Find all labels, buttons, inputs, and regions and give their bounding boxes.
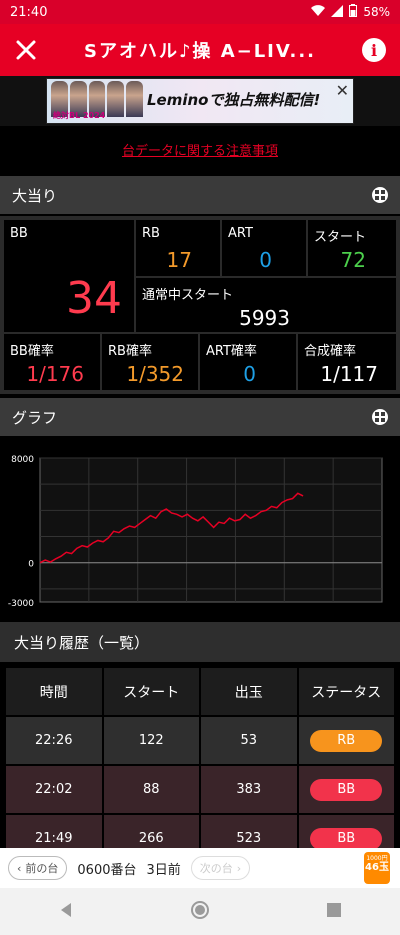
art-cell: ART 0 bbox=[222, 220, 306, 276]
art-value: 0 bbox=[259, 248, 272, 272]
row-status: BB bbox=[298, 766, 394, 813]
wifi-icon bbox=[311, 4, 326, 20]
battery-icon bbox=[349, 4, 358, 20]
prev-machine-label: 前の台 bbox=[25, 862, 59, 875]
row-status: RB bbox=[298, 717, 394, 764]
next-machine-button[interactable]: 次の台 › bbox=[190, 856, 251, 880]
y-tick-label: 0 bbox=[28, 560, 34, 570]
coin-rate-top: 1000円 bbox=[366, 855, 388, 862]
start-cell: スタート 72 bbox=[308, 220, 396, 276]
app-bar: Sアオハル♪操 A−LIV... i bbox=[0, 24, 400, 76]
art-rate-value: 0 bbox=[243, 362, 256, 386]
rb-value: 17 bbox=[166, 248, 192, 272]
graph-title: グラフ bbox=[12, 408, 58, 427]
data-notice-link[interactable]: 台データに関する注意事項 bbox=[122, 140, 278, 159]
row-time: 22:26 bbox=[6, 717, 102, 764]
row-time: 22:02 bbox=[6, 766, 102, 813]
bb-rate-label: BB確率 bbox=[10, 344, 54, 359]
coin-rate-value: 46玉 bbox=[365, 862, 389, 873]
clock: 21:40 bbox=[10, 4, 48, 20]
rb-rate-cell: RB確率 1/352 bbox=[102, 334, 198, 390]
status-badge: RB bbox=[310, 729, 383, 752]
history-header: 大当り履歴（一覧） bbox=[0, 622, 400, 662]
header-time: 時間 bbox=[6, 668, 102, 715]
close-button[interactable] bbox=[0, 24, 52, 76]
status-bar: 21:40 58% bbox=[0, 0, 400, 24]
jackpot-header: 大当り bbox=[0, 176, 400, 214]
ad-close-icon[interactable]: ✕ bbox=[336, 81, 349, 100]
coin-rate-badge[interactable]: 1000円 46玉 bbox=[364, 852, 390, 884]
page-title: Sアオハル♪操 A−LIV... bbox=[83, 41, 317, 62]
row-payout: 53 bbox=[201, 717, 297, 764]
total-rate-cell: 合成確率 1/117 bbox=[298, 334, 396, 390]
grid-icon[interactable] bbox=[372, 409, 388, 425]
table-header-row: 時間 スタート 出玉 ステータス bbox=[6, 668, 394, 715]
header-start: スタート bbox=[103, 668, 199, 715]
system-nav-bar bbox=[0, 888, 400, 935]
bb-rate-cell: BB確率 1/176 bbox=[4, 334, 100, 390]
ad-banner[interactable]: 絶対BL 2024 Leminoで独占無料配信! ✕ bbox=[0, 76, 400, 126]
machine-number: 0600番台 bbox=[77, 862, 137, 878]
ad-tag: 絶対BL 2024 bbox=[53, 111, 106, 120]
signal-icon bbox=[331, 4, 344, 20]
chevron-left-icon: ‹ bbox=[17, 861, 22, 875]
next-machine-label: 次の台 bbox=[199, 862, 233, 875]
normal-start-value: 5993 bbox=[239, 306, 290, 330]
bb-cell: BB 34 bbox=[4, 220, 134, 332]
art-rate-label: ART確率 bbox=[206, 344, 257, 359]
start-value: 72 bbox=[340, 248, 366, 272]
start-label: スタート bbox=[314, 230, 367, 245]
machine-nav-bar: ‹ 前の台 0600番台 3日前 次の台 › 1000円 46玉 bbox=[0, 848, 400, 888]
status-badge: BB bbox=[310, 778, 383, 801]
info-icon: i bbox=[362, 38, 386, 62]
y-tick-label: 8000 bbox=[11, 455, 34, 465]
close-icon bbox=[16, 40, 36, 60]
history-title: 大当り履歴（一覧） bbox=[14, 633, 150, 652]
jackpot-stats: BB 34 RB 17 ART 0 スタート 72 通常中スタート 5993 B… bbox=[0, 216, 400, 394]
back-icon[interactable] bbox=[58, 902, 74, 922]
total-rate-label: 合成確率 bbox=[304, 344, 357, 359]
slump-graph-svg: 8000 0 -3000 bbox=[8, 455, 383, 609]
info-button[interactable]: i bbox=[348, 24, 400, 76]
total-rate-value: 1/117 bbox=[320, 362, 378, 386]
history-table: 時間 スタート 出玉 ステータス 22:26 122 53 RB 22:02 8… bbox=[6, 668, 394, 864]
rb-label: RB bbox=[142, 226, 160, 241]
rb-cell: RB 17 bbox=[136, 220, 220, 276]
rb-rate-value: 1/352 bbox=[126, 362, 184, 386]
row-payout: 383 bbox=[201, 766, 297, 813]
prev-machine-button[interactable]: ‹ 前の台 bbox=[8, 856, 68, 880]
art-rate-cell: ART確率 0 bbox=[200, 334, 296, 390]
ad-image[interactable]: 絶対BL 2024 Leminoで独占無料配信! ✕ bbox=[46, 78, 354, 124]
slump-graph: 8000 0 -3000 bbox=[0, 436, 400, 618]
plot-area bbox=[39, 457, 383, 603]
status-badge: BB bbox=[310, 827, 383, 850]
table-row: 22:26 122 53 RB bbox=[6, 717, 394, 764]
normal-start-label: 通常中スタート bbox=[142, 288, 234, 303]
chevron-right-icon: › bbox=[236, 861, 242, 875]
ad-text: Leminoで独占無料配信! bbox=[147, 91, 321, 109]
row-start: 122 bbox=[103, 717, 199, 764]
normal-start-cell: 通常中スタート 5993 bbox=[136, 278, 396, 332]
notice-row: 台データに関する注意事項 bbox=[0, 126, 400, 172]
graph-header: グラフ bbox=[0, 398, 400, 436]
battery-percent: 58% bbox=[363, 5, 390, 19]
row-start: 88 bbox=[103, 766, 199, 813]
header-payout: 出玉 bbox=[201, 668, 297, 715]
grid-icon[interactable] bbox=[372, 187, 388, 203]
bb-label: BB bbox=[10, 226, 28, 241]
days-ago: 3日前 bbox=[146, 862, 181, 878]
y-tick-label: -3000 bbox=[8, 599, 34, 609]
jackpot-title: 大当り bbox=[12, 186, 58, 205]
bb-value: 34 bbox=[66, 273, 122, 324]
home-icon[interactable] bbox=[190, 900, 210, 924]
bb-rate-value: 1/176 bbox=[26, 362, 84, 386]
rb-rate-label: RB確率 bbox=[108, 344, 152, 359]
art-label: ART bbox=[228, 226, 253, 241]
table-row: 22:02 88 383 BB bbox=[6, 766, 394, 813]
recents-icon[interactable] bbox=[326, 902, 342, 922]
header-status: ステータス bbox=[298, 668, 394, 715]
